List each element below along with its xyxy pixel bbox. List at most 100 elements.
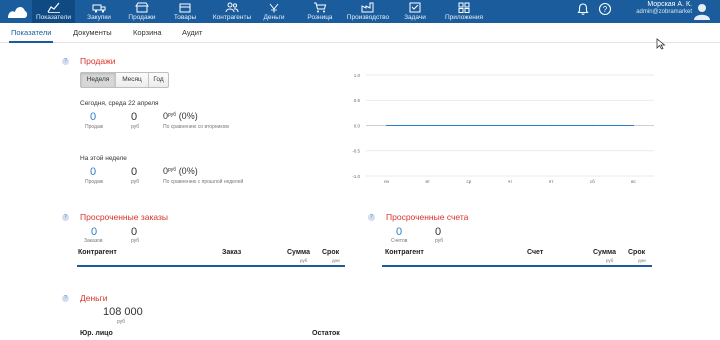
orders-col-counterparty[interactable]: Контрагент xyxy=(78,249,117,256)
today-compare-label: По сравнению со вторником xyxy=(163,124,229,130)
tab-indicators[interactable]: Показатели xyxy=(11,28,51,37)
orders-col-order[interactable]: Заказ xyxy=(222,249,241,256)
apps-icon xyxy=(458,2,470,13)
orders-col-term-unit: дни xyxy=(332,258,340,263)
today-compare-value: 0руб (0%) xyxy=(163,111,198,121)
invoices-col-term-unit: дни xyxy=(638,258,646,263)
today-compare-percent: (0%) xyxy=(178,111,198,121)
overdue-orders-count[interactable]: 0 xyxy=(91,226,97,238)
today-label: Сегодня, среда 22 апреля xyxy=(80,100,159,107)
bell-icon[interactable] xyxy=(576,2,590,16)
sub-tabs: Показатели Документы Корзина Аудит xyxy=(0,23,720,43)
mouse-cursor-icon xyxy=(656,38,666,50)
chart-point xyxy=(632,124,635,127)
avatar-icon[interactable] xyxy=(692,1,712,21)
sales-help-icon[interactable]: ? xyxy=(62,58,69,65)
factory-icon xyxy=(361,2,374,13)
money-help-icon[interactable]: ? xyxy=(62,295,69,302)
week-sales-sum-label: руб xyxy=(131,179,140,185)
invoices-table-rule xyxy=(382,265,652,267)
chart-x-tick-label: вс xyxy=(631,179,636,184)
money-total: 108 000 xyxy=(103,306,143,318)
orders-col-sum[interactable]: Сумма xyxy=(287,249,310,256)
top-navigation-bar: Показатели Закупки Продажи Товары Контра… xyxy=(0,0,720,23)
nav-label: Производство xyxy=(346,14,390,21)
invoices-col-invoice[interactable]: Счет xyxy=(527,249,543,256)
money-col-balance[interactable]: Остаток xyxy=(312,330,340,337)
overdue-invoices-count-label: Счетов xyxy=(391,238,408,244)
chart-point xyxy=(385,124,388,127)
week-compare-label: По сравнению с прошлой неделей xyxy=(163,179,244,185)
chart-icon xyxy=(46,2,60,13)
today-compare-unit: руб xyxy=(168,112,177,118)
invoices-col-sum[interactable]: Сумма xyxy=(593,249,616,256)
nav-label: Продажи xyxy=(128,14,156,21)
nav-label: Деньги xyxy=(263,14,285,21)
period-month-button[interactable]: Месяц xyxy=(116,73,148,87)
chart-point xyxy=(427,124,429,127)
nav-item-purchases[interactable]: Закупки xyxy=(81,0,117,23)
svg-text:?: ? xyxy=(603,5,608,14)
nav-item-counterparties[interactable]: Контрагенты xyxy=(208,0,256,23)
overdue-invoices-count[interactable]: 0 xyxy=(396,226,402,238)
period-selector: Неделя Месяц Год xyxy=(80,72,169,88)
money-title: Деньги xyxy=(80,293,108,303)
orders-table-rule xyxy=(77,265,345,267)
chart-x-tick-label: сб xyxy=(590,179,595,184)
people-icon xyxy=(225,2,239,13)
nav-item-indicators[interactable]: Показатели xyxy=(32,0,75,23)
invoices-col-sum-unit: руб xyxy=(606,258,614,263)
week-sales-sum: 0 xyxy=(131,166,138,178)
orders-help-icon[interactable]: ? xyxy=(62,214,69,221)
nav-item-retail[interactable]: Розница xyxy=(302,0,338,23)
today-sales-sum-label: руб xyxy=(131,124,140,130)
chart-y-tick-label: -0.5 xyxy=(352,149,360,154)
tab-trash[interactable]: Корзина xyxy=(133,28,162,37)
overdue-orders-count-label: Заказов xyxy=(84,238,103,244)
user-name[interactable]: Морская А. К. xyxy=(612,1,692,8)
user-email[interactable]: admin@zobramarket xyxy=(612,9,692,15)
nav-label: Розница xyxy=(307,14,333,21)
truck-icon xyxy=(92,4,106,13)
overdue-invoices-sum: 0 xyxy=(435,226,442,238)
money-total-unit: руб xyxy=(117,319,126,325)
chart-y-tick-label: 1.0 xyxy=(354,73,361,78)
nav-item-tasks[interactable]: Задачи xyxy=(398,0,432,23)
today-sales-count[interactable]: 0 xyxy=(90,111,96,123)
logo-icon[interactable] xyxy=(6,3,28,19)
nav-label: Закупки xyxy=(87,14,111,21)
overdue-orders-title: Просроченные заказы xyxy=(80,212,168,222)
help-icon[interactable]: ? xyxy=(598,2,612,16)
box-icon xyxy=(179,3,191,13)
chart-y-tick-label: 0.0 xyxy=(354,123,361,128)
active-tab-indicator xyxy=(9,41,53,43)
tab-audit[interactable]: Аудит xyxy=(182,28,202,37)
store-icon xyxy=(135,2,149,13)
tab-documents[interactable]: Документы xyxy=(73,28,112,37)
week-sales-count[interactable]: 0 xyxy=(90,166,96,178)
overdue-invoices-title: Просроченные счета xyxy=(386,212,469,222)
money-col-legal-entity[interactable]: Юр. лицо xyxy=(80,330,113,337)
chart-point xyxy=(509,124,511,127)
week-compare-value: 0руб (0%) xyxy=(163,166,198,176)
chart-y-tick-label: -1.0 xyxy=(352,174,360,179)
overdue-orders-sum: 0 xyxy=(131,226,138,238)
week-sales-count-label: Продаж xyxy=(85,179,104,185)
money-icon xyxy=(269,3,279,13)
invoices-help-icon[interactable]: ? xyxy=(368,214,375,221)
nav-label: Товары xyxy=(173,14,197,21)
nav-item-goods[interactable]: Товары xyxy=(168,0,202,23)
nav-item-sales[interactable]: Продажи xyxy=(124,0,160,23)
invoices-col-counterparty[interactable]: Контрагент xyxy=(385,249,424,256)
period-year-button[interactable]: Год xyxy=(149,73,168,87)
period-week-button[interactable]: Неделя xyxy=(81,73,115,87)
invoices-col-term[interactable]: Срок xyxy=(628,249,645,256)
sales-title: Продажи xyxy=(80,56,116,66)
overdue-invoices-sum-label: руб xyxy=(435,238,444,244)
chart-x-tick-label: ср xyxy=(466,179,471,184)
orders-col-term[interactable]: Срок xyxy=(322,249,339,256)
today-sales-count-label: Продаж xyxy=(85,124,104,130)
nav-item-apps[interactable]: Приложения xyxy=(442,0,486,23)
nav-item-money[interactable]: Деньги xyxy=(258,0,290,23)
nav-item-production[interactable]: Производство xyxy=(344,0,392,23)
